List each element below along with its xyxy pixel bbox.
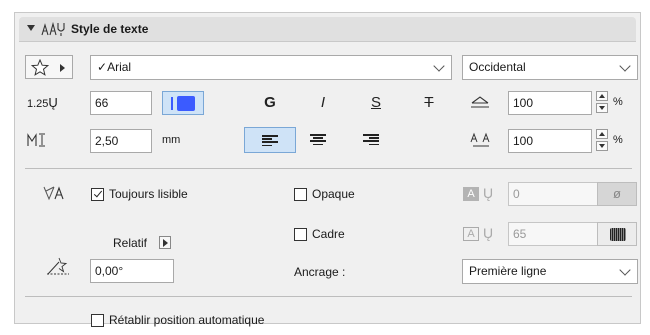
pen-color-button[interactable]	[162, 91, 204, 115]
chevron-down-icon	[619, 264, 631, 276]
opaque-checkbox[interactable]	[294, 188, 307, 201]
pattern-swatch-icon	[610, 228, 626, 241]
char-spacing-unit: %	[613, 134, 623, 146]
background-pen-icon: A	[463, 187, 479, 201]
always-readable-label[interactable]: Toujours lisible	[109, 187, 188, 201]
empty-fill-icon: ø	[613, 186, 621, 201]
script-name: Occidental	[469, 60, 526, 74]
menu-arrow-icon	[60, 64, 65, 72]
width-factor-input[interactable]: 100	[508, 91, 592, 115]
italic-button[interactable]: I	[311, 93, 335, 113]
spacing-input[interactable]: 2,50	[90, 129, 152, 153]
script-select[interactable]: Occidental	[462, 55, 638, 80]
section-title: Style de texte	[71, 22, 149, 36]
section-header[interactable]: Style de texte	[19, 17, 636, 42]
background-pen-input[interactable]: 0	[508, 182, 600, 206]
frame-label[interactable]: Cadre	[312, 227, 345, 241]
char-spacing-icon	[470, 132, 490, 147]
stepper-up-icon[interactable]	[596, 91, 608, 101]
text-style-panel: Style de texte ✓Arial Occidental 1.25Ų 6…	[14, 12, 641, 327]
font-select[interactable]: ✓Arial	[90, 55, 452, 80]
align-center-icon[interactable]	[310, 134, 326, 146]
favorites-button[interactable]	[25, 55, 73, 79]
width-factor-icon	[471, 96, 489, 108]
width-factor-stepper[interactable]	[596, 91, 610, 115]
stepper-down-icon[interactable]	[596, 141, 608, 151]
reset-position-checkbox[interactable]	[91, 314, 104, 327]
width-factor-unit: %	[613, 96, 623, 108]
frame-pattern-button[interactable]	[597, 222, 637, 246]
rotation-angle-input[interactable]: 0,00°	[90, 259, 174, 283]
divider	[25, 168, 632, 169]
align-right-icon[interactable]	[363, 134, 379, 146]
anchor-label: Ancrage :	[294, 265, 346, 279]
align-left-icon	[262, 135, 278, 147]
text-size-input[interactable]: 66	[90, 91, 152, 115]
pen-icon: Ų	[483, 225, 494, 241]
stepper-up-icon[interactable]	[596, 129, 608, 139]
anchor-value: Première ligne	[469, 264, 547, 278]
font-name: Arial	[107, 60, 132, 74]
char-spacing-stepper[interactable]	[596, 129, 610, 153]
line-spacing-icon	[27, 133, 45, 147]
rotation-angle-icon	[47, 257, 69, 275]
menu-arrow-icon	[163, 239, 168, 247]
frame-pen-icon: A	[463, 227, 479, 241]
strikethrough-button[interactable]: T	[417, 93, 441, 113]
frame-pen-input[interactable]: 65	[508, 222, 600, 246]
checkmark-icon: ✓	[97, 60, 108, 74]
opaque-label[interactable]: Opaque	[312, 187, 355, 201]
readable-text-icon	[43, 186, 64, 201]
text-style-icon	[41, 21, 65, 36]
pen-color-swatch	[177, 96, 195, 111]
always-readable-checkbox[interactable]	[91, 188, 104, 201]
relative-label: Relatif	[113, 236, 148, 250]
pen-icon: Ų	[483, 185, 494, 201]
spacing-unit: mm	[162, 134, 181, 146]
anchor-select[interactable]: Première ligne	[462, 259, 638, 284]
pen-bar-icon	[171, 97, 173, 110]
underline-button[interactable]: S	[364, 93, 388, 113]
star-icon	[31, 59, 49, 76]
relative-menu-button[interactable]	[159, 236, 171, 249]
chevron-down-icon	[433, 60, 445, 72]
text-size-icon: 1.25Ų	[27, 95, 58, 110]
bold-button[interactable]: G	[258, 93, 282, 113]
collapse-arrow-icon[interactable]	[27, 25, 35, 31]
background-fill-button[interactable]: ø	[597, 182, 637, 206]
char-spacing-input[interactable]: 100	[508, 129, 592, 153]
chevron-down-icon	[619, 60, 631, 72]
frame-checkbox[interactable]	[294, 228, 307, 241]
reset-position-label[interactable]: Rétablir position automatique	[109, 313, 264, 327]
align-left-button[interactable]	[244, 127, 296, 153]
divider	[25, 296, 632, 297]
stepper-down-icon[interactable]	[596, 103, 608, 113]
